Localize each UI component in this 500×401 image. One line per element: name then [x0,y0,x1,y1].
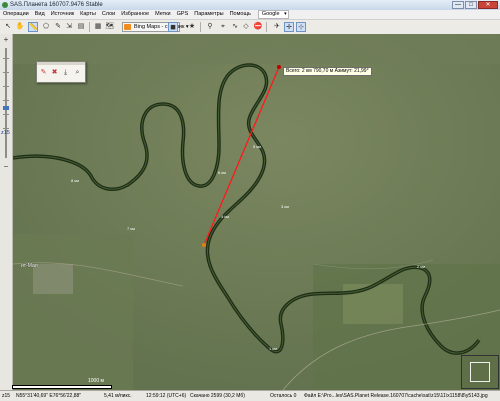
add-point-icon[interactable]: ⌖ [218,22,228,32]
minimize-button[interactable]: — [452,1,464,9]
menu-layers[interactable]: Слои [99,10,118,19]
scale-label: 1000 м [88,378,104,384]
km-mark: 6 км [218,170,226,175]
toolbar-separator [89,22,90,32]
measure-end-point[interactable] [277,65,281,69]
menu-view[interactable]: Вид [32,10,48,19]
search-provider-select[interactable]: Google [257,10,289,19]
km-mark: 4 км [221,214,229,219]
zoom-out-button[interactable]: − [1,162,11,172]
menu-help[interactable]: Помощь [227,10,254,19]
star-icon[interactable]: ★ [187,22,197,32]
save-path-icon[interactable]: ⤓ [61,68,70,77]
stop-icon[interactable]: ⛔ [253,22,263,32]
satellite-imagery [13,34,500,390]
minimap-viewport-frame[interactable] [470,362,490,382]
app-globe-icon [2,2,8,8]
marker-icon[interactable]: ⚲ [205,22,215,32]
satellite-layer-icon[interactable]: ◼ [168,22,178,32]
grid-icon[interactable]: ▦ [93,22,103,32]
center-icon[interactable]: ⊹ [296,22,306,32]
edit-path-icon[interactable]: ✎ [39,68,48,77]
menu-settings[interactable]: Параметры [191,10,226,19]
add-path-icon[interactable]: ∿ [230,22,240,32]
toolbar-separator [200,22,201,32]
export-icon[interactable]: ⇲ [64,22,74,32]
crosshair-icon[interactable]: ✛ [284,22,294,32]
km-mark: 8 км [71,178,79,183]
measure-toolbar: ✎ ✖ ⤓ ⌕ [36,61,86,83]
maximize-button[interactable]: □ [465,1,477,9]
bing-map-icon [124,24,131,30]
zoom-to-path-icon[interactable]: ⌕ [73,68,82,77]
place-label: ит-Мал [21,263,38,269]
zoom-slider-handle[interactable] [3,106,9,110]
scale-bar [12,385,112,389]
map-type-icon[interactable]: 🗺 [105,22,115,32]
map-view[interactable]: 8 км 7 км 6 км 5 км 4 км 3 км 2 км 1 км [13,34,500,390]
minimap[interactable] [461,355,499,389]
polygon-icon[interactable]: ⬠ [41,22,51,32]
menu-source[interactable]: Источник [48,10,77,19]
menu-operations[interactable]: Операции [0,10,32,19]
main-toolbar: ↖ ✋ 📏 ⬠ ✎ ⇲ ▤ ▦ 🗺 Bing Maps - спутник ▾ … [0,20,500,35]
km-mark: 5 км [253,144,261,149]
km-mark: 2 км [417,264,425,269]
path-icon[interactable]: ✎ [53,22,63,32]
measure-ruler-icon[interactable]: 📏 [28,22,38,32]
select-cursor-icon[interactable]: ↖ [3,22,13,32]
window-controls: — □ ✕ [452,1,498,9]
zoom-panel: + − z15 [0,34,13,390]
menu-bar: Операции Вид Источник Карты Слои Избранн… [0,10,500,20]
menu-favorites[interactable]: Избранное [118,10,152,19]
km-mark: 3 км [281,204,289,209]
km-mark: 7 км [127,226,135,231]
zoom-in-button[interactable]: + [1,35,11,45]
measure-start-point[interactable] [202,243,206,247]
gps-icon[interactable]: ✈ [272,22,282,32]
km-mark: 1 км [269,346,277,351]
delete-path-icon[interactable]: ✖ [50,68,59,77]
layers-icon[interactable]: ▤ [76,22,86,32]
zoom-slider[interactable] [3,48,9,158]
add-polygon-icon[interactable]: ◇ [241,22,251,32]
toolbar-grip[interactable] [37,62,85,65]
drag-hand-icon[interactable]: ✋ [15,22,25,32]
menu-maps[interactable]: Карты [77,10,99,19]
measure-tooltip: Всего: 2 км 790,70 м Азимут: 21,99° [283,67,372,76]
menu-marks[interactable]: Метки [152,10,174,19]
window-title: SAS.Планета 160707.9476 Stable [10,2,103,8]
zoom-level-label: z15 [1,130,10,136]
status-bar: z15 N55°31'40,69" E76°56'22,88" 5,41 м/п… [0,390,500,401]
menu-gps[interactable]: GPS [174,10,192,19]
toolbar-separator [266,22,267,32]
close-button[interactable]: ✕ [478,1,498,9]
